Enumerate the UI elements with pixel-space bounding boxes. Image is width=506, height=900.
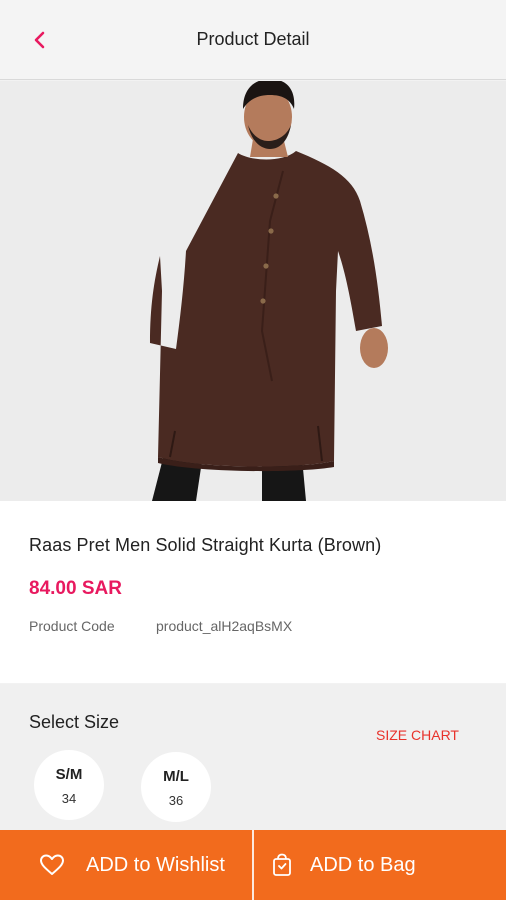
size-option-label: S/M xyxy=(55,766,83,783)
add-to-bag-label: ADD to Bag xyxy=(310,853,416,876)
product-photo xyxy=(0,81,506,501)
product-image[interactable] xyxy=(0,81,506,501)
add-to-bag-button[interactable]: ADD to Bag xyxy=(254,830,506,900)
product-name: Raas Pret Men Solid Straight Kurta (Brow… xyxy=(29,535,382,555)
select-size-title: Select Size xyxy=(29,712,120,732)
size-option-sm[interactable]: S/M 34 xyxy=(34,750,104,820)
page-title: Product Detail xyxy=(196,29,310,49)
product-code-value: product_alH2aqBsMX xyxy=(156,618,293,634)
size-selector: Select Size SIZE CHART S/M 34 M/L 36 xyxy=(0,684,506,830)
size-option-ml[interactable]: M/L 36 xyxy=(141,752,211,822)
add-to-wishlist-button[interactable]: ADD to Wishlist xyxy=(0,830,252,900)
product-info-panel: Raas Pret Men Solid Straight Kurta (Brow… xyxy=(0,501,506,683)
bag-icon xyxy=(268,851,296,879)
product-code-label: Product Code xyxy=(29,618,115,634)
product-price: 84.00 SAR xyxy=(29,578,122,599)
add-to-wishlist-label: ADD to Wishlist xyxy=(86,853,225,876)
action-bar: ADD to Wishlist ADD to Bag xyxy=(0,830,506,900)
size-chart-link[interactable]: SIZE CHART xyxy=(376,727,459,743)
heart-icon xyxy=(38,851,66,879)
app-header: Product Detail xyxy=(0,0,506,80)
size-option-number: 36 xyxy=(168,793,184,808)
size-option-number: 34 xyxy=(61,791,77,806)
size-option-label: M/L xyxy=(163,768,189,785)
